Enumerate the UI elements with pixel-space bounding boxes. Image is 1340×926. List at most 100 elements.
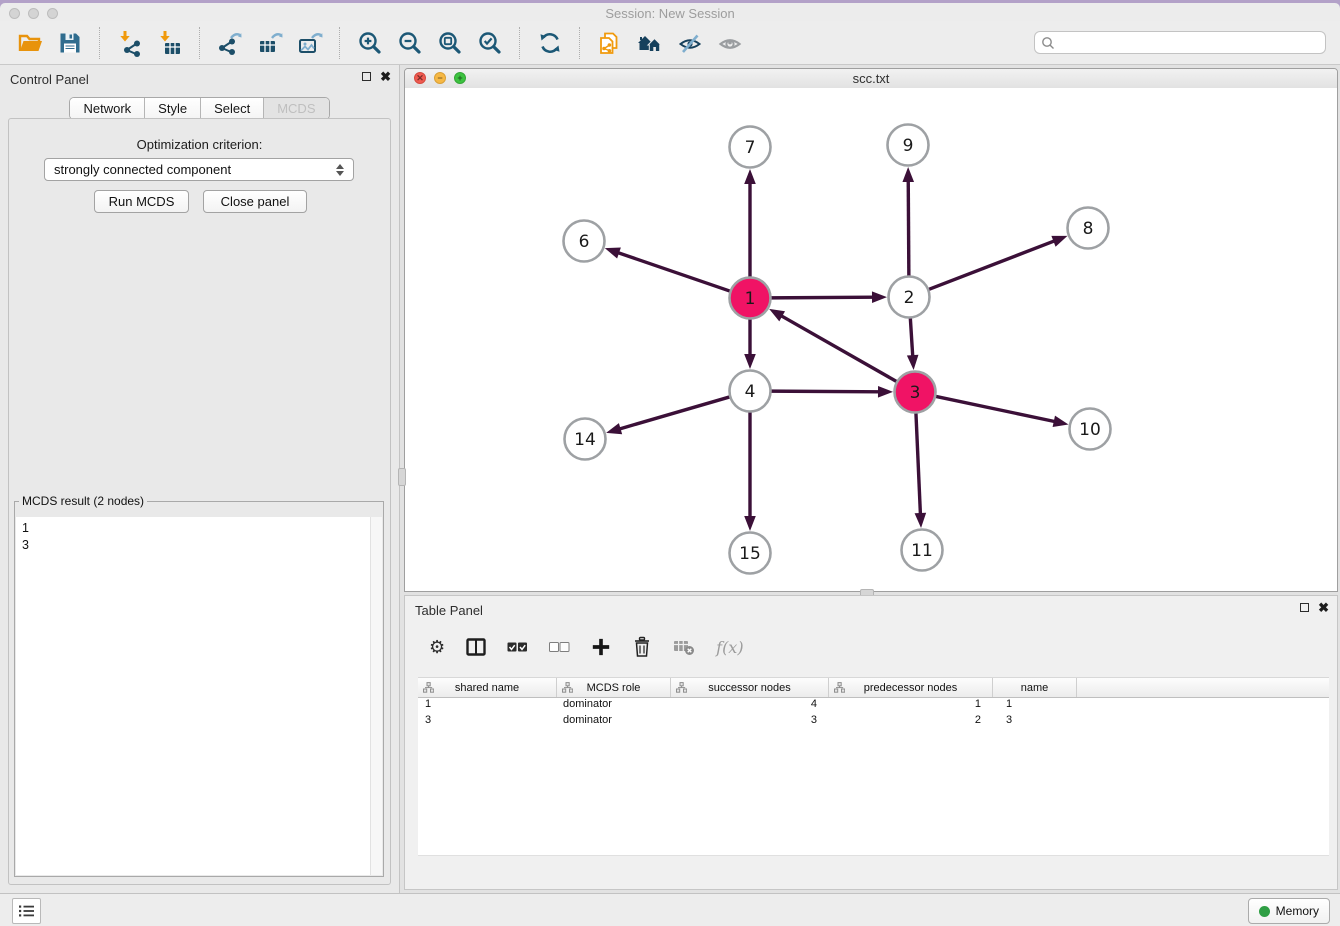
zoom-in-button[interactable] bbox=[355, 28, 385, 58]
graph-node-label: 7 bbox=[745, 138, 756, 158]
close-table-panel-icon[interactable]: ✖ bbox=[1318, 602, 1329, 613]
criterion-dropdown[interactable]: strongly connected component bbox=[44, 158, 354, 181]
search-field[interactable] bbox=[1034, 31, 1326, 54]
cell-mcds-role[interactable]: dominator bbox=[557, 714, 671, 730]
gear-icon: ⚙ bbox=[429, 638, 445, 656]
graph-edge-arrowhead bbox=[1053, 416, 1069, 427]
graph-edge-4-3[interactable] bbox=[769, 391, 880, 392]
toolbar-separator bbox=[99, 27, 101, 59]
graph-edge-arrowhead bbox=[744, 169, 756, 184]
table-row[interactable]: 3 dominator 3 2 3 bbox=[418, 714, 1329, 730]
control-panel-header: Control Panel ✖ bbox=[0, 65, 399, 93]
table-body: 1 dominator 4 1 1 3 dominator 3 2 3 bbox=[418, 698, 1329, 856]
application-window: Session: New Session bbox=[0, 3, 1340, 926]
graph-node-label: 14 bbox=[574, 430, 596, 450]
network-window-titlebar[interactable]: ✕ − + scc.txt bbox=[405, 69, 1337, 89]
column-header-shared-name[interactable]: shared name bbox=[418, 678, 557, 697]
graph-edge-3-11[interactable] bbox=[916, 411, 921, 515]
graph-edge-1-6[interactable] bbox=[617, 252, 732, 291]
result-scrollbar[interactable] bbox=[370, 517, 382, 875]
unselect-all-columns-button[interactable] bbox=[549, 642, 570, 653]
show-all-button[interactable] bbox=[715, 28, 745, 58]
first-neighbors-button[interactable] bbox=[635, 28, 665, 58]
select-all-columns-button[interactable] bbox=[507, 642, 528, 653]
copy-network-button[interactable] bbox=[595, 28, 625, 58]
table-row[interactable]: 1 dominator 4 1 1 bbox=[418, 698, 1329, 714]
graph-edge-3-1[interactable] bbox=[780, 315, 898, 382]
import-network-icon bbox=[116, 29, 144, 57]
import-table-button[interactable] bbox=[155, 28, 185, 58]
save-floppy-icon bbox=[56, 29, 84, 57]
delete-column-button[interactable] bbox=[632, 636, 652, 658]
cell-successor-nodes[interactable]: 4 bbox=[671, 698, 829, 714]
cell-predecessor-nodes[interactable]: 2 bbox=[829, 714, 993, 730]
graph-edge-4-14[interactable] bbox=[619, 396, 732, 429]
column-header-filler bbox=[1077, 678, 1329, 697]
tab-select[interactable]: Select bbox=[200, 98, 263, 119]
network-canvas[interactable]: 7968124314101511 bbox=[405, 88, 1337, 591]
search-input[interactable] bbox=[1059, 35, 1319, 51]
close-panel-button[interactable]: Close panel bbox=[203, 190, 307, 213]
tab-style[interactable]: Style bbox=[144, 98, 200, 119]
graph-edge-2-3[interactable] bbox=[910, 316, 913, 357]
toolbar-separator bbox=[199, 27, 201, 59]
plus-icon bbox=[591, 637, 611, 657]
float-panel-icon[interactable] bbox=[362, 72, 371, 81]
graph-edge-arrowhead bbox=[606, 423, 622, 434]
mcds-result-line: 3 bbox=[16, 537, 382, 554]
vertical-splitter-grip[interactable] bbox=[398, 468, 406, 486]
graph-node-label: 4 bbox=[745, 382, 756, 402]
cell-name[interactable]: 3 bbox=[993, 714, 1077, 730]
graph-edge-arrowhead bbox=[769, 309, 785, 321]
export-network-button[interactable] bbox=[215, 28, 245, 58]
table-settings-button[interactable]: ⚙ bbox=[429, 638, 445, 656]
column-header-predecessor-nodes[interactable]: predecessor nodes bbox=[829, 678, 993, 697]
zoom-fit-button[interactable] bbox=[435, 28, 465, 58]
create-column-button[interactable] bbox=[591, 637, 611, 657]
zoom-selected-button[interactable] bbox=[475, 28, 505, 58]
close-panel-icon[interactable]: ✖ bbox=[380, 71, 391, 82]
tab-network[interactable]: Network bbox=[70, 98, 144, 119]
column-header-name[interactable]: name bbox=[993, 678, 1077, 697]
run-mcds-button[interactable]: Run MCDS bbox=[94, 190, 189, 213]
import-network-button[interactable] bbox=[115, 28, 145, 58]
checked-boxes-icon bbox=[507, 642, 528, 653]
control-panel-title: Control Panel bbox=[10, 72, 89, 87]
graph-edge-2-9[interactable] bbox=[908, 180, 909, 278]
table-panel: Table Panel ✖ ⚙ bbox=[404, 595, 1338, 890]
zoom-out-button[interactable] bbox=[395, 28, 425, 58]
memory-label: Memory bbox=[1276, 904, 1319, 918]
export-table-button[interactable] bbox=[255, 28, 285, 58]
column-header-mcds-role[interactable]: MCDS role bbox=[557, 678, 671, 697]
cell-predecessor-nodes[interactable]: 1 bbox=[829, 698, 993, 714]
task-list-icon bbox=[18, 904, 35, 918]
column-header-successor-nodes[interactable]: successor nodes bbox=[671, 678, 829, 697]
cell-shared-name[interactable]: 1 bbox=[418, 698, 557, 714]
cell-mcds-role[interactable]: dominator bbox=[557, 698, 671, 714]
control-panel: Control Panel ✖ Network Style Select MCD… bbox=[0, 65, 400, 893]
tab-mcds[interactable]: MCDS bbox=[263, 98, 328, 119]
memory-button[interactable]: Memory bbox=[1248, 898, 1330, 924]
column-browser-button[interactable] bbox=[466, 638, 486, 656]
dropdown-arrows-icon bbox=[336, 164, 344, 176]
open-session-button[interactable] bbox=[15, 28, 45, 58]
refresh-icon bbox=[536, 29, 564, 57]
hide-selected-button[interactable] bbox=[675, 28, 705, 58]
delete-table-button-disabled bbox=[673, 638, 695, 656]
cell-shared-name[interactable]: 3 bbox=[418, 714, 557, 730]
cell-name[interactable]: 1 bbox=[993, 698, 1077, 714]
graph-edge-2-8[interactable] bbox=[927, 241, 1056, 291]
save-session-button[interactable] bbox=[55, 28, 85, 58]
graph-edge-3-10[interactable] bbox=[934, 396, 1056, 422]
refresh-button[interactable] bbox=[535, 28, 565, 58]
graph-edge-1-2[interactable] bbox=[769, 297, 874, 298]
control-panel-tabbar: Network Style Select MCDS bbox=[69, 97, 329, 120]
show-task-history-button[interactable] bbox=[12, 898, 41, 924]
float-table-panel-icon[interactable] bbox=[1300, 603, 1309, 612]
cell-successor-nodes[interactable]: 3 bbox=[671, 714, 829, 730]
export-image-icon bbox=[296, 29, 324, 57]
table-toolbar: ⚙ bbox=[417, 626, 744, 668]
network-window-title: scc.txt bbox=[405, 71, 1337, 86]
export-network-icon bbox=[216, 29, 244, 57]
export-image-button[interactable] bbox=[295, 28, 325, 58]
